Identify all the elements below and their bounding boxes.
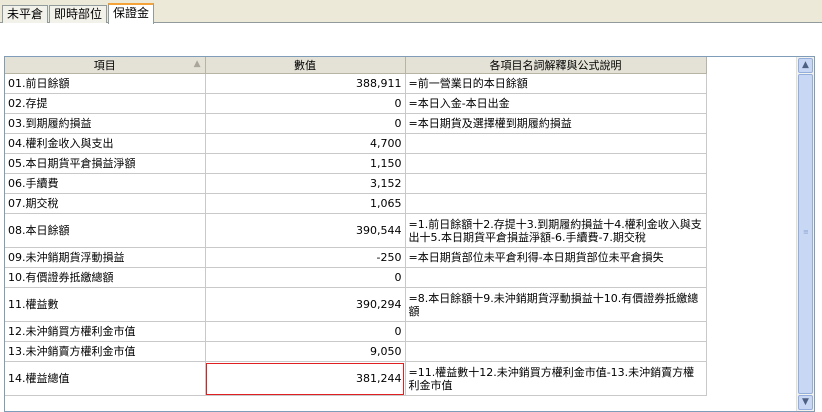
row-description-cell xyxy=(405,153,707,174)
row-description-cell: =本日期貨部位未平倉利得-本日期貨部位未平倉損失 xyxy=(405,247,707,268)
row-description-cell xyxy=(405,341,707,362)
scroll-up-button[interactable]: ▲ xyxy=(798,58,813,73)
row-item-cell: 10.有價證券抵繳總額 xyxy=(5,267,206,288)
row-item-cell: 02.存提 xyxy=(5,93,206,114)
margin-grid: 項目 ▲ 數值 各項目名詞解釋與公式說明 01.前日餘額 388,911 =前一營業日… xyxy=(4,56,815,412)
table-row[interactable]: 07.期交稅 1,065 xyxy=(5,193,707,214)
tab-open-positions[interactable]: 未平倉 xyxy=(2,5,49,23)
row-value-cell: 9,050 xyxy=(205,341,406,362)
row-description-cell: =8.本日餘額十9.未沖銷期貨浮動損益十10.有價證券抵繳總額 xyxy=(405,287,707,322)
row-description-cell: =本日入金-本日出金 xyxy=(405,93,707,114)
sort-arrow-icon: ▲ xyxy=(193,59,201,69)
row-description-cell xyxy=(405,267,707,288)
tab-margin[interactable]: 保證金 xyxy=(108,3,155,24)
row-item-cell: 09.未沖銷期貨浮動損益 xyxy=(5,247,206,268)
row-value-cell: 0 xyxy=(205,93,406,114)
column-header-item-label: 項目 xyxy=(93,59,116,72)
row-description-cell xyxy=(405,133,707,154)
table-row[interactable]: 14.權益總值 381,244 =11.權益數十12.未沖銷買方權利金市值-13.未… xyxy=(5,361,707,396)
row-value-cell: 381,244 xyxy=(205,361,406,396)
row-description-cell: =前一營業日的本日餘額 xyxy=(405,73,707,94)
row-item-cell: 12.未沖銷買方權利金市值 xyxy=(5,321,206,342)
table-row[interactable]: 05.本日期貨平倉損益淨額 1,150 xyxy=(5,153,707,174)
table-row[interactable]: 09.未沖銷期貨浮動損益 -250 =本日期貨部位未平倉利得-本日期貨部位未平倉損失 xyxy=(5,247,707,268)
margin-panel: 項目 ▲ 數值 各項目名詞解釋與公式說明 01.前日餘額 388,911 =前一營業日… xyxy=(0,23,822,412)
row-item-cell: 01.前日餘額 xyxy=(5,73,206,94)
table-row[interactable]: 02.存提 0 =本日入金-本日出金 xyxy=(5,93,707,114)
scroll-thumb[interactable]: ≡ xyxy=(798,74,813,394)
column-header-description[interactable]: 各項目名詞解釋與公式說明 xyxy=(405,57,707,74)
row-item-cell: 13.未沖銷賣方權利金市值 xyxy=(5,341,206,362)
table-row[interactable]: 11.權益數 390,294 =8.本日餘額十9.未沖銷期貨浮動損益十10.有價證券… xyxy=(5,287,707,322)
margin-table: 項目 ▲ 數值 各項目名詞解釋與公式說明 01.前日餘額 388,911 =前一營業日… xyxy=(5,57,707,396)
row-value-cell: 0 xyxy=(205,113,406,134)
row-value-cell: 390,294 xyxy=(205,287,406,322)
table-row[interactable]: 06.手續費 3,152 xyxy=(5,173,707,194)
row-value-cell: 388,911 xyxy=(205,73,406,94)
vertical-scrollbar[interactable]: ▲ ≡ ▼ xyxy=(796,57,814,411)
row-value-cell: 390,544 xyxy=(205,213,406,248)
table-row[interactable]: 13.未沖銷賣方權利金市值 9,050 xyxy=(5,341,707,362)
row-item-cell: 06.手續費 xyxy=(5,173,206,194)
scroll-down-button[interactable]: ▼ xyxy=(798,395,813,410)
column-header-item[interactable]: 項目 ▲ xyxy=(5,57,206,74)
table-header-row: 項目 ▲ 數值 各項目名詞解釋與公式說明 xyxy=(5,57,707,74)
row-value-cell: 1,150 xyxy=(205,153,406,174)
row-description-cell xyxy=(405,193,707,214)
table-row[interactable]: 10.有價證券抵繳總額 0 xyxy=(5,267,707,288)
row-item-cell: 07.期交稅 xyxy=(5,193,206,214)
table-row[interactable]: 04.權利金收入與支出 4,700 xyxy=(5,133,707,154)
row-value-cell: -250 xyxy=(205,247,406,268)
row-item-cell: 05.本日期貨平倉損益淨額 xyxy=(5,153,206,174)
row-value-cell: 0 xyxy=(205,267,406,288)
table-row[interactable]: 12.未沖銷買方權利金市值 0 xyxy=(5,321,707,342)
table-row[interactable]: 08.本日餘額 390,544 =1.前日餘額十2.存提十3.到期履約損益十4.權利… xyxy=(5,213,707,248)
scroll-grip-icon: ≡ xyxy=(803,228,809,236)
row-item-cell: 04.權利金收入與支出 xyxy=(5,133,206,154)
row-item-cell: 03.到期履約損益 xyxy=(5,113,206,134)
row-value-cell: 0 xyxy=(205,321,406,342)
table-row[interactable]: 01.前日餘額 388,911 =前一營業日的本日餘額 xyxy=(5,73,707,94)
row-item-cell: 14.權益總值 xyxy=(5,361,206,396)
row-description-cell xyxy=(405,321,707,342)
row-description-cell xyxy=(405,173,707,194)
tab-bar: 未平倉 即時部位 保證金 xyxy=(0,0,822,24)
tab-realtime-positions[interactable]: 即時部位 xyxy=(49,5,108,23)
row-value-cell: 4,700 xyxy=(205,133,406,154)
row-description-cell: =本日期貨及選擇權到期履約損益 xyxy=(405,113,707,134)
row-description-cell: =11.權益數十12.未沖銷買方權利金市值-13.未沖銷賣方權利金市值 xyxy=(405,361,707,396)
row-value-cell: 3,152 xyxy=(205,173,406,194)
row-value-cell: 1,065 xyxy=(205,193,406,214)
row-item-cell: 08.本日餘額 xyxy=(5,213,206,248)
row-item-cell: 11.權益數 xyxy=(5,287,206,322)
tab-strip: 未平倉 即時部位 保證金 xyxy=(2,3,155,24)
table-row[interactable]: 03.到期履約損益 0 =本日期貨及選擇權到期履約損益 xyxy=(5,113,707,134)
column-header-value[interactable]: 數值 xyxy=(205,57,406,74)
row-description-cell: =1.前日餘額十2.存提十3.到期履約損益十4.權利金收入與支出十5.本日期貨平… xyxy=(405,213,707,248)
